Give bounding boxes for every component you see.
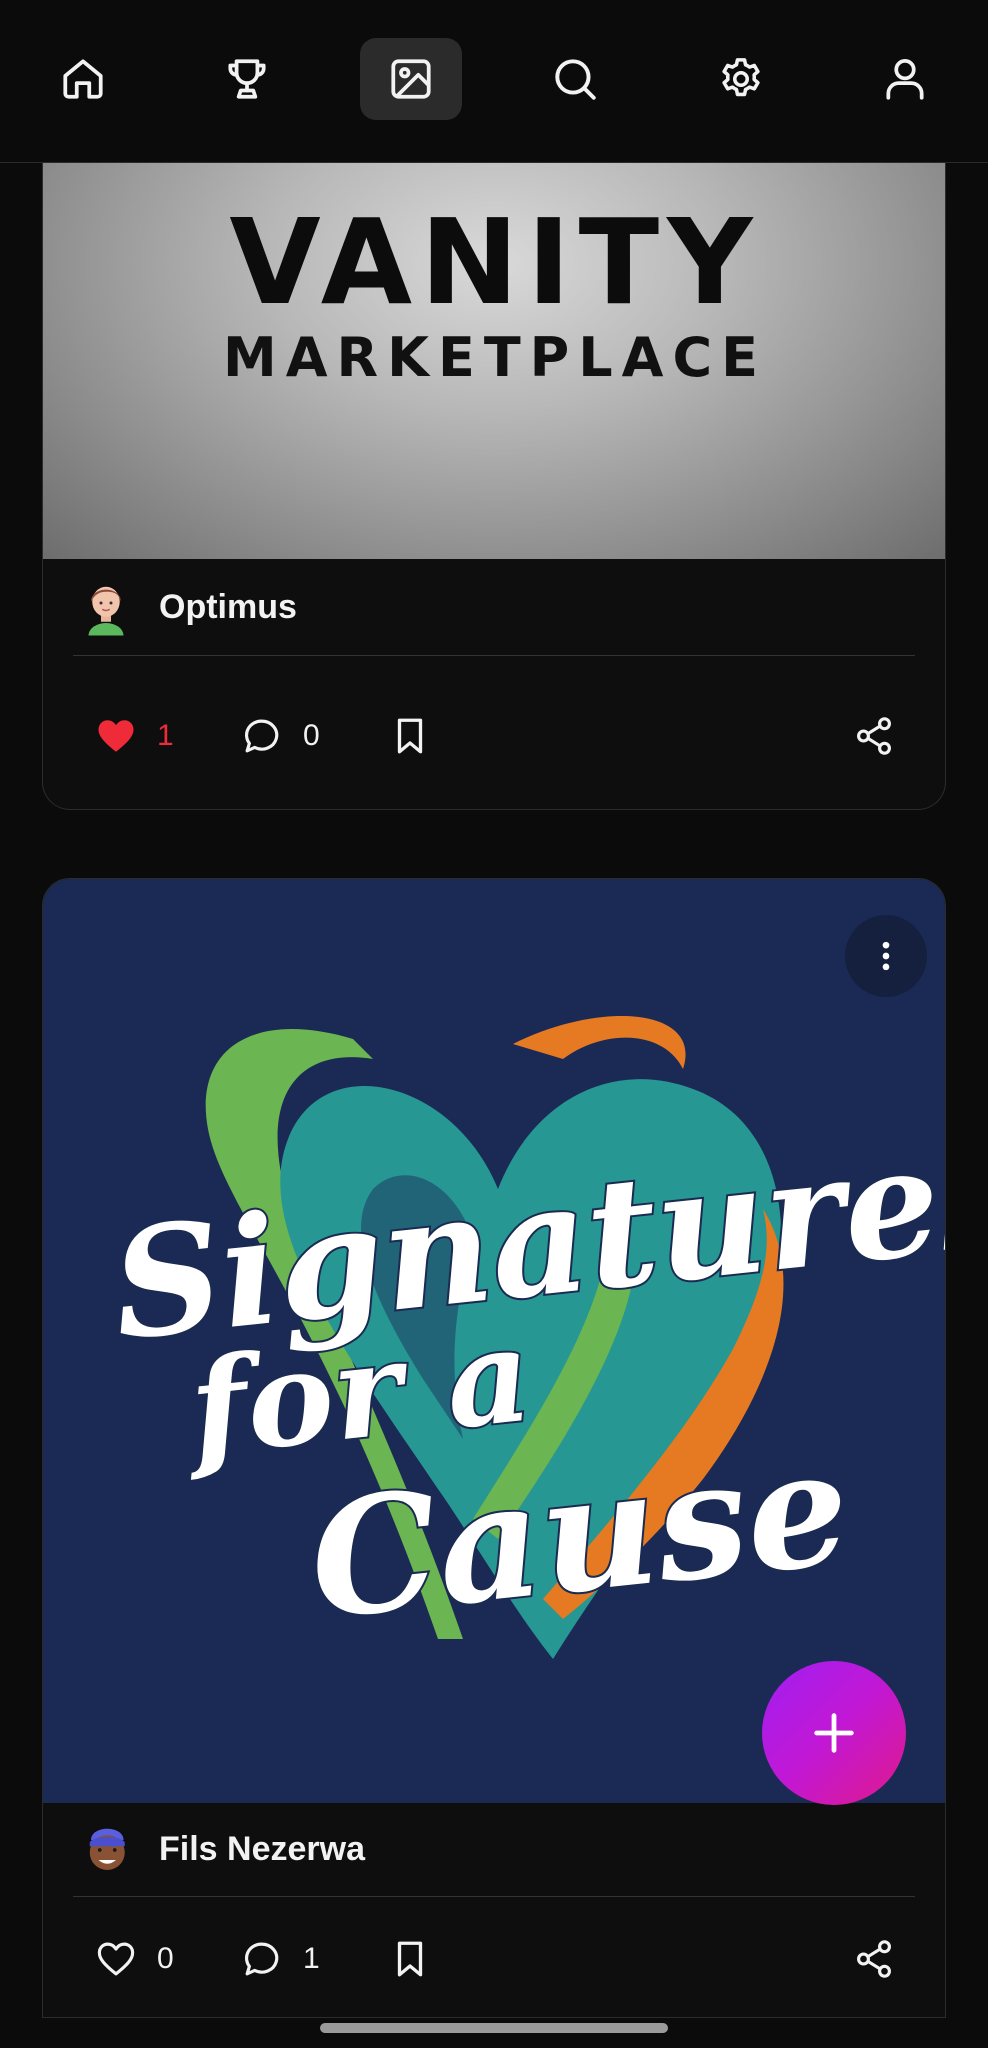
heart-filled-icon [98, 720, 134, 752]
gear-icon [722, 58, 760, 97]
comment-button[interactable]: 0 [241, 715, 389, 757]
trophy-icon [228, 59, 266, 99]
user-icon [886, 59, 924, 100]
avatar [89, 1828, 125, 1870]
post-menu-button[interactable] [845, 915, 927, 997]
post-actions-bar: 0 1 [95, 1919, 893, 1999]
like-button[interactable]: 0 [95, 1938, 241, 1980]
home-icon [63, 59, 103, 99]
author-name[interactable]: Optimus [159, 588, 297, 627]
post-actions-bar: 1 0 [95, 696, 893, 776]
post-author-row[interactable]: Fils Nezerwa [73, 1803, 915, 1897]
share-button[interactable] [853, 715, 895, 757]
image-icon [391, 59, 431, 99]
comment-icon [244, 719, 279, 753]
more-vertical-icon [882, 941, 890, 971]
avatar [88, 586, 124, 635]
nav-profile-button[interactable] [854, 38, 956, 120]
comment-icon [244, 1942, 279, 1976]
post-card: VANITY MARKETPLACE Optimus 1 0 [42, 120, 946, 810]
post-card: Signatures for a Cause Fils Nezerwa 0 1 [42, 878, 946, 2018]
post-image[interactable]: VANITY MARKETPLACE [43, 163, 945, 559]
bookmark-button[interactable] [389, 1938, 449, 1980]
feed-page: VANITY MARKETPLACE Optimus 1 0 Signature… [0, 0, 988, 2048]
image-subtitle-text: MARKETPLACE [223, 326, 767, 389]
bookmark-button[interactable] [389, 715, 449, 757]
share-icon [857, 1940, 891, 1978]
share-icon [857, 717, 891, 755]
like-count: 1 [157, 719, 174, 752]
like-button[interactable]: 1 [95, 715, 241, 757]
comment-button[interactable]: 1 [241, 1938, 389, 1980]
nav-home-button[interactable] [32, 38, 134, 120]
nav-search-button[interactable] [524, 38, 626, 120]
nav-settings-button[interactable] [690, 38, 792, 120]
search-icon [555, 59, 596, 100]
nav-gallery-button[interactable] [360, 38, 462, 120]
author-name[interactable]: Fils Nezerwa [159, 1830, 365, 1869]
image-title-text: VANITY [229, 193, 761, 331]
share-button[interactable] [853, 1938, 895, 1980]
bookmark-icon [397, 718, 423, 754]
like-count: 0 [157, 1942, 174, 1975]
bookmark-icon [397, 1941, 423, 1977]
nav-leaderboard-button[interactable] [196, 38, 298, 120]
home-indicator[interactable] [320, 2023, 668, 2033]
plus-icon [814, 1713, 854, 1753]
post-author-row[interactable]: Optimus [73, 560, 915, 656]
heart-icon [97, 1942, 135, 1976]
create-post-button[interactable] [762, 1661, 906, 1805]
comment-count: 1 [303, 1942, 320, 1975]
top-navigation-bar [0, 0, 988, 163]
comment-count: 0 [303, 719, 320, 752]
